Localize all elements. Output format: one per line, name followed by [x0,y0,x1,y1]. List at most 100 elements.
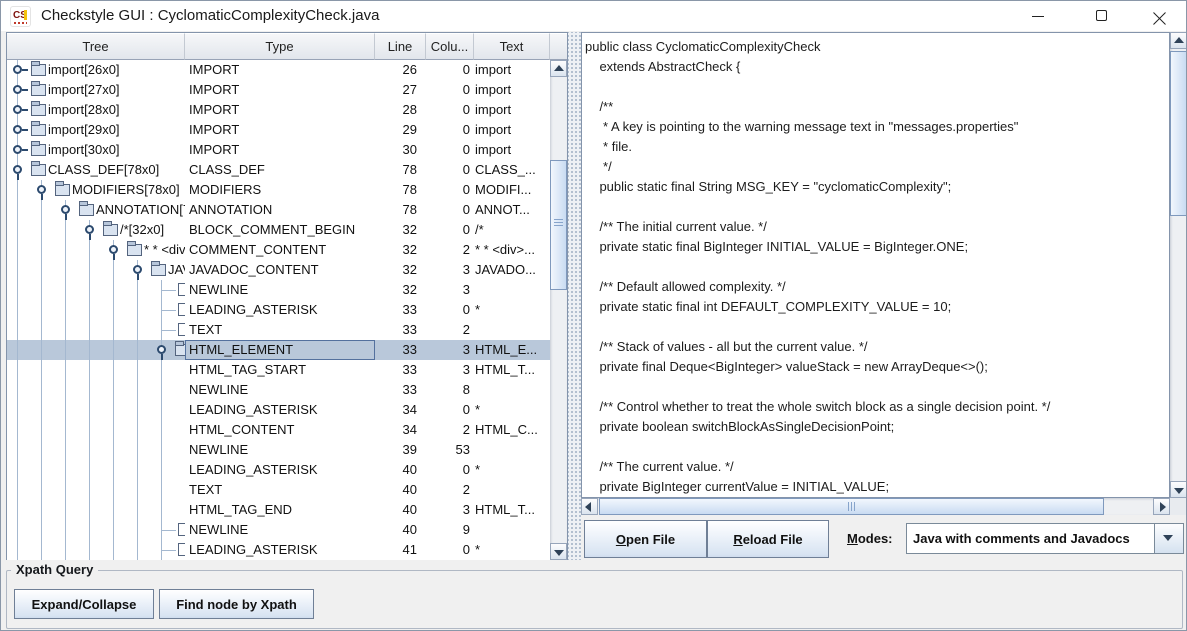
colu-cell: 3 [426,340,474,360]
type-cell: IMPORT [185,100,375,120]
table-row[interactable]: ANNOTATION[78x0]ANNOTATION780ANNOT... [7,200,550,220]
line-cell: 28 [375,100,426,120]
colu-cell: 0 [426,60,474,80]
table-row[interactable]: import[28x0]IMPORT280import [7,100,550,120]
leaf-icon [178,523,185,536]
scroll-down-button[interactable] [550,543,567,560]
tree-cell [7,440,185,460]
table-row[interactable]: HTML_ELEMENT333HTML_E... [7,340,550,360]
scrollbar-thumb[interactable] [1170,51,1187,216]
table-row[interactable]: TEXT332 [7,320,550,340]
tree-node-label: /*[32x0] [120,220,164,240]
table-row[interactable]: JAVADOC_CONTENTJAVADOC_CONTENT323JAVADO.… [7,260,550,280]
table-header: Tree Type Line Colu... Text [7,33,567,60]
table-row[interactable]: NEWLINE3953 [7,440,550,460]
table-row[interactable]: HTML_TAG_START333HTML_T... [7,360,550,380]
tree-cell [7,540,185,560]
scroll-up-button[interactable] [550,60,567,77]
tree-node-label: import[26x0] [48,60,120,80]
checkstyle-gui-window: CS Checkstyle GUI : CyclomaticComplexity… [0,0,1187,631]
colu-cell: 2 [426,240,474,260]
combobox-arrow-button[interactable] [1154,524,1183,553]
table-row[interactable]: import[27x0]IMPORT270import [7,80,550,100]
code-text[interactable]: public class CyclomaticComplexityCheck e… [582,33,1169,497]
table-row[interactable]: LEADING_ASTERISK340* [7,400,550,420]
colu-cell: 0 [426,540,474,560]
tree-expanded-handle-icon[interactable] [37,185,46,194]
column-header-line[interactable]: Line [375,33,426,60]
tree-cell: ANNOTATION[78x0] [7,200,185,220]
expand-collapse-button[interactable]: Expand/Collapse [14,589,154,619]
close-button[interactable] [1136,1,1182,31]
table-row[interactable]: MODIFIERS[78x0]MODIFIERS780MODIFI... [7,180,550,200]
table-row[interactable]: import[29x0]IMPORT290import [7,120,550,140]
text-cell: * [474,460,550,480]
table-row[interactable]: LEADING_ASTERISK330* [7,300,550,320]
split-pane-divider[interactable] [568,32,581,560]
colu-cell: 8 [426,380,474,400]
maximize-button[interactable] [1079,1,1125,31]
tree-table-vertical-scrollbar[interactable] [550,60,567,560]
table-row[interactable]: NEWLINE409 [7,520,550,540]
table-row[interactable]: import[30x0]IMPORT300import [7,140,550,160]
type-cell: NEWLINE [185,520,375,540]
tree-expanded-handle-icon[interactable] [109,245,118,254]
line-cell: 40 [375,520,426,540]
line-cell: 29 [375,120,426,140]
text-cell: HTML_C... [474,420,550,440]
scroll-down-button[interactable] [1170,481,1187,498]
table-row[interactable]: CLASS_DEF[78x0]CLASS_DEF780CLASS_... [7,160,550,180]
find-node-by-xpath-button[interactable]: Find node by Xpath [159,589,314,619]
tree-collapsed-handle-icon[interactable] [13,145,22,154]
scrollbar-thumb[interactable] [599,498,1104,515]
tree-expanded-handle-icon[interactable] [85,225,94,234]
colu-cell: 3 [426,280,474,300]
tree-collapsed-handle-icon[interactable] [13,105,22,114]
scroll-left-button[interactable] [581,498,598,515]
type-cell: LEADING_ASTERISK [185,540,375,560]
tree-expanded-handle-icon[interactable] [157,345,166,354]
column-header-type[interactable]: Type [185,33,375,60]
tree-expanded-handle-icon[interactable] [133,265,142,274]
line-cell: 40 [375,480,426,500]
table-row[interactable]: NEWLINE338 [7,380,550,400]
column-header-tree[interactable]: Tree [7,33,185,60]
open-file-button[interactable]: Open File [584,520,707,558]
table-row[interactable]: import[26x0]IMPORT260import [7,60,550,80]
scroll-right-button[interactable] [1153,498,1170,515]
folder-icon [31,124,46,136]
line-cell: 33 [375,300,426,320]
code-viewport[interactable]: public class CyclomaticComplexityCheck e… [581,32,1170,498]
table-row[interactable]: NEWLINE323 [7,280,550,300]
reload-file-button[interactable]: Reload File [707,520,829,558]
table-row[interactable]: TEXT402 [7,480,550,500]
minimize-button[interactable] [1015,1,1061,31]
modes-combobox[interactable]: Java with comments and Javadocs [906,523,1184,554]
tree-cell: import[30x0] [7,140,185,160]
folder-icon [79,204,94,216]
table-row[interactable]: LEADING_ASTERISK410* [7,540,550,560]
leaf-icon [178,543,185,556]
tree-node-label: ANNOTATION[78x0] [96,200,185,220]
code-horizontal-scrollbar[interactable] [581,498,1170,515]
tree-collapsed-handle-icon[interactable] [13,125,22,134]
folder-icon [31,144,46,156]
folder-icon [31,104,46,116]
column-header-text[interactable]: Text [474,33,550,60]
line-cell: 27 [375,80,426,100]
scroll-up-button[interactable] [1170,32,1187,49]
column-header-column[interactable]: Colu... [426,33,474,60]
tree-collapsed-handle-icon[interactable] [13,65,22,74]
table-row[interactable]: HTML_CONTENT342HTML_C... [7,420,550,440]
tree-expanded-handle-icon[interactable] [13,165,22,174]
table-row[interactable]: * * <div>COMMENT_CONTENT322* * <div>... [7,240,550,260]
tree-expanded-handle-icon[interactable] [61,205,70,214]
colu-cell: 0 [426,160,474,180]
table-row[interactable]: LEADING_ASTERISK400* [7,460,550,480]
table-row[interactable]: /*[32x0]BLOCK_COMMENT_BEGIN320/* [7,220,550,240]
tree-collapsed-handle-icon[interactable] [13,85,22,94]
scrollbar-thumb[interactable] [550,160,567,290]
table-row[interactable]: HTML_TAG_END403HTML_T... [7,500,550,520]
code-vertical-scrollbar[interactable] [1170,32,1187,498]
line-cell: 32 [375,260,426,280]
